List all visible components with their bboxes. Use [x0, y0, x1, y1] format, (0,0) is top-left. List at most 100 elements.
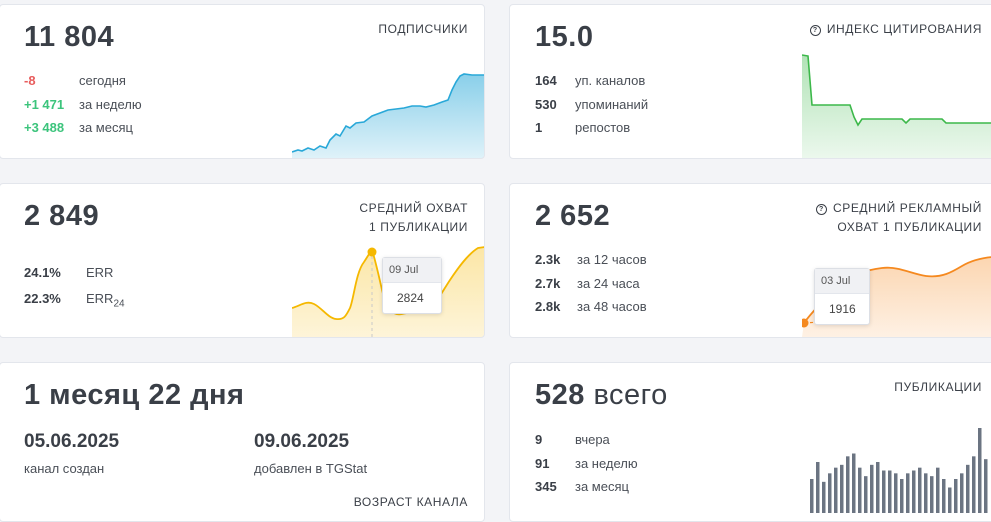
publications-bar[interactable] [978, 428, 982, 513]
publications-bar[interactable] [840, 464, 844, 513]
average-ad-reach-label-line2: ОХВАТ 1 ПУБЛИКАЦИИ [837, 220, 982, 234]
citation-index-value: 15.0 [535, 21, 594, 53]
subscribers-month-row: +3 488 за месяц [24, 118, 133, 138]
citation-reposts-value: 1 [535, 120, 543, 135]
ad-reach-12h-row: 2.3k за 12 часов [535, 250, 647, 270]
citation-index-label-text: ИНДЕКС ЦИТИРОВАНИЯ [826, 22, 982, 36]
publications-bar[interactable] [984, 459, 988, 513]
subscribers-card: 11 804 ПОДПИСЧИКИ -8 сегодня +1 471 за нед… [0, 4, 485, 159]
citation-index-label[interactable]: ? ИНДЕКС ЦИТИРОВАНИЯ [809, 20, 982, 39]
channel-age-value: 1 месяц 22 дня [24, 379, 245, 411]
publications-bar[interactable] [822, 481, 826, 513]
tooltip-date: 03 Jul [815, 269, 869, 294]
subscribers-week-row: +1 471 за неделю [24, 95, 142, 115]
average-reach-tooltip: 09 Jul 2824 [382, 257, 442, 314]
publications-week-label: за неделю [575, 456, 638, 471]
question-circle-icon[interactable]: ? [809, 25, 821, 36]
subscribers-sparkline[interactable] [292, 68, 485, 158]
subscribers-today-value: -8 [24, 73, 36, 88]
publications-bar[interactable] [900, 479, 904, 513]
average-ad-reach-label-line1: СРЕДНИЙ РЕКЛАМНЫЙ [832, 201, 982, 215]
citation-mentions-row: 530 упоминаний [535, 95, 648, 115]
err24-row: 22.3% ERR24 [24, 289, 125, 310]
tooltip-value: 2824 [397, 291, 424, 305]
publications-bar[interactable] [960, 473, 964, 513]
publications-total: 528 всего [535, 379, 668, 412]
publications-yesterday-row: 9 вчера [535, 430, 610, 450]
publications-bar[interactable] [816, 462, 820, 513]
subscribers-today-label: сегодня [79, 73, 126, 88]
publications-total-suffix: всего [593, 379, 668, 411]
publications-label[interactable]: ПУБЛИКАЦИИ [894, 378, 982, 397]
publications-bar[interactable] [942, 479, 946, 513]
channel-age-card: 1 месяц 22 дня 05.06.2025 канал создан 0… [0, 362, 485, 522]
ad-reach-24h-row: 2.7k за 24 часа [535, 274, 640, 294]
publications-bar[interactable] [810, 479, 814, 513]
average-ad-reach-label[interactable]: ? СРЕДНИЙ РЕКЛАМНЫЙ ОХВАТ 1 ПУБЛИКАЦИИ [815, 199, 982, 237]
publications-bar[interactable] [870, 464, 874, 513]
ad-reach-12h-label: за 12 часов [577, 252, 647, 267]
publications-week-row: 91 за неделю [535, 454, 638, 474]
citation-sparkline[interactable] [802, 53, 991, 158]
publications-bar[interactable] [954, 479, 958, 513]
question-circle-icon[interactable]: ? [815, 204, 827, 215]
publications-bar-chart[interactable] [810, 423, 991, 513]
average-ad-reach-card: 2 652 ? СРЕДНИЙ РЕКЛАМНЫЙ ОХВАТ 1 ПУБЛИКАЦ… [509, 183, 991, 338]
citation-reposts-label: репостов [575, 120, 631, 135]
publications-bar[interactable] [906, 473, 910, 513]
ad-reach-48h-row: 2.8k за 48 часов [535, 297, 647, 317]
err-row: 24.1% ERR [24, 263, 113, 283]
publications-bar[interactable] [930, 476, 934, 513]
citation-channels-row: 164 уп. каналов [535, 71, 645, 91]
citation-channels-label: уп. каналов [575, 73, 646, 88]
publications-bar[interactable] [846, 456, 850, 513]
average-reach-value: 2 849 [24, 200, 100, 232]
channel-created-label: канал создан [24, 461, 105, 476]
publications-week-value: 91 [535, 456, 550, 471]
publications-bar[interactable] [948, 487, 952, 514]
publications-bar[interactable] [912, 470, 916, 514]
publications-yesterday-value: 9 [535, 432, 543, 447]
publications-month-row: 345 за месяц [535, 477, 629, 497]
subscribers-week-label: за неделю [79, 97, 142, 112]
average-reach-label-line1: СРЕДНИЙ ОХВАТ [359, 201, 468, 215]
publications-bar[interactable] [828, 473, 832, 513]
tooltip-date: 09 Jul [383, 258, 441, 283]
publications-bar[interactable] [924, 473, 928, 513]
publications-bar[interactable] [864, 476, 868, 513]
subscribers-month-label: за месяц [79, 120, 133, 135]
publications-bar[interactable] [852, 453, 856, 514]
err24-value: 22.3% [24, 291, 61, 306]
subscribers-week-value: +1 471 [24, 97, 65, 112]
publications-bar[interactable] [894, 473, 898, 513]
average-ad-reach-tooltip: 03 Jul 1916 [814, 268, 870, 325]
publications-bar[interactable] [834, 467, 838, 513]
publications-bar[interactable] [936, 467, 940, 513]
citation-mentions-value: 530 [535, 97, 557, 112]
publications-month-label: за месяц [575, 479, 629, 494]
channel-created-date: 05.06.2025 [24, 431, 120, 452]
average-reach-label[interactable]: СРЕДНИЙ ОХВАТ 1 ПУБЛИКАЦИИ [359, 199, 468, 237]
average-ad-reach-value: 2 652 [535, 200, 611, 232]
subscribers-today-row: -8 сегодня [24, 71, 126, 91]
err24-label: ERR [86, 291, 114, 306]
publications-bar[interactable] [972, 456, 976, 513]
publications-bar[interactable] [918, 467, 922, 513]
subscribers-month-value: +3 488 [24, 120, 65, 135]
publications-card: 528 всего ПУБЛИКАЦИИ 9 вчера 91 за неделю … [509, 362, 991, 522]
publications-bar[interactable] [876, 462, 880, 513]
publications-bar[interactable] [858, 467, 862, 513]
channel-age-label[interactable]: ВОЗРАСТ КАНАЛА [354, 493, 468, 512]
subscribers-label[interactable]: ПОДПИСЧИКИ [378, 20, 468, 39]
publications-yesterday-label: вчера [575, 432, 610, 447]
ad-reach-48h-value: 2.8k [535, 299, 561, 314]
err-value: 24.1% [24, 265, 61, 280]
ad-reach-24h-value: 2.7k [535, 276, 561, 291]
publications-bar[interactable] [882, 470, 886, 514]
publications-bar[interactable] [888, 470, 892, 514]
publications-bar[interactable] [966, 464, 970, 513]
subscribers-count: 11 804 [24, 21, 115, 53]
tooltip-value: 1916 [829, 302, 856, 316]
ad-reach-24h-label: за 24 часа [577, 276, 640, 291]
err24-subscript: 24 [113, 298, 125, 310]
